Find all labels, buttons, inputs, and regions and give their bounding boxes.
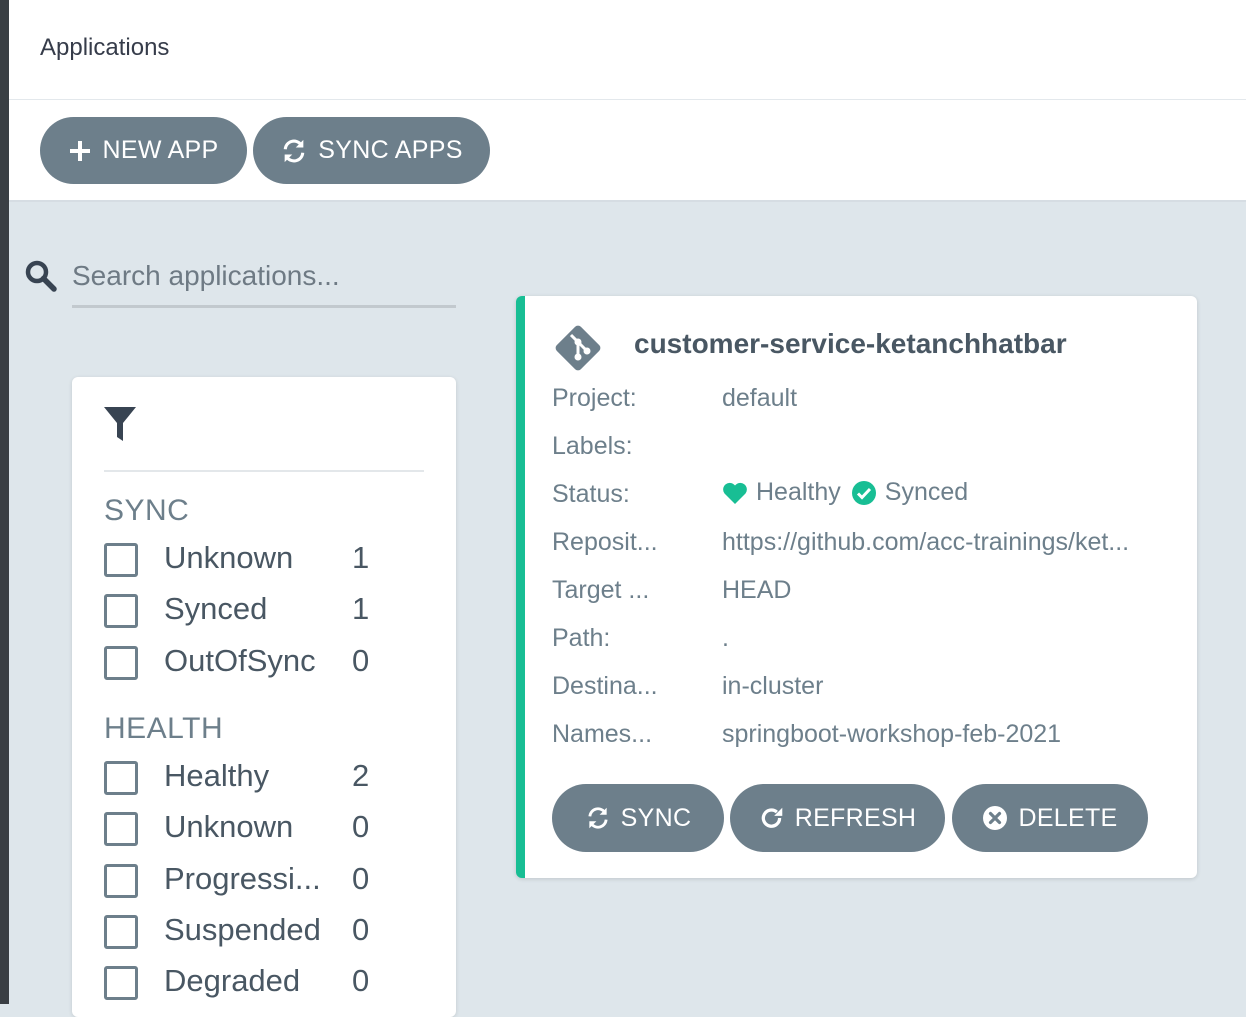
destination-label: Destina...: [552, 672, 658, 700]
health-filter-title: HEALTH: [104, 712, 224, 745]
labels-label: Labels:: [552, 432, 633, 460]
filter-label: OutOfSync: [164, 643, 316, 678]
status-label: Status:: [552, 480, 630, 508]
top-bar: Applications: [9, 0, 1246, 100]
sync-apps-label: SYNC APPS: [318, 136, 463, 164]
checkbox[interactable]: [104, 915, 138, 949]
target-revision-label: Target ...: [552, 576, 650, 604]
sync-icon: [284, 139, 305, 162]
checkbox[interactable]: [104, 646, 138, 680]
new-app-label: NEW APP: [102, 136, 219, 164]
search-icon: [25, 260, 57, 292]
plus-icon: [70, 140, 91, 161]
filter-count: 0: [352, 643, 370, 678]
filter-panel: SYNC Unknown 1 Synced 1 OutOfSync 0 HEAL…: [72, 377, 456, 1017]
filter-label: Synced: [164, 591, 268, 626]
project-label: Project:: [552, 384, 637, 412]
sync-apps-button[interactable]: SYNC APPS: [253, 117, 490, 184]
filter-health-unknown[interactable]: Unknown 0: [104, 809, 424, 852]
namespace-value: springboot-workshop-feb-2021: [722, 720, 1062, 748]
checkbox[interactable]: [104, 864, 138, 898]
filter-label: Unknown: [164, 809, 294, 844]
filter-health-degraded[interactable]: Degraded 0: [104, 963, 424, 1006]
filter-count: 0: [352, 861, 370, 896]
filter-sync-outofsync[interactable]: OutOfSync 0: [104, 643, 424, 686]
app-name[interactable]: customer-service-ketanchhatbar: [634, 328, 1067, 360]
application-card[interactable]: customer-service-ketanchhatbar Project: …: [516, 296, 1197, 878]
filter-label: Progressi...: [164, 861, 321, 896]
page-title: Applications: [40, 34, 170, 61]
filter-count: 2: [352, 758, 370, 793]
filter-count: 0: [352, 963, 370, 998]
heart-icon: [723, 482, 747, 504]
filter-count: 1: [352, 540, 370, 575]
sync-icon: [588, 807, 608, 829]
filter-count: 0: [352, 809, 370, 844]
checkbox[interactable]: [104, 543, 138, 577]
refresh-button[interactable]: REFRESH: [730, 784, 945, 852]
delete-label: DELETE: [1018, 803, 1118, 832]
filter-label: Degraded: [164, 963, 301, 998]
repository-value: https://github.com/acc-trainings/ket...: [722, 528, 1130, 556]
sync-label: SYNC: [620, 803, 692, 832]
new-app-button[interactable]: NEW APP: [40, 117, 247, 184]
destination-value: in-cluster: [722, 672, 824, 700]
filter-health-progressing[interactable]: Progressi... 0: [104, 861, 424, 904]
filter-label: Healthy: [164, 758, 270, 793]
toolbar: NEW APP SYNC APPS: [9, 100, 1246, 202]
sync-button[interactable]: SYNC: [552, 784, 724, 852]
filter-label: Unknown: [164, 540, 294, 575]
filter-label: Suspended: [164, 912, 321, 947]
delete-button[interactable]: DELETE: [952, 784, 1148, 852]
sync-filter-title: SYNC: [104, 494, 190, 527]
checkbox[interactable]: [104, 594, 138, 628]
filter-health-suspended[interactable]: Suspended 0: [104, 912, 424, 955]
health-status: Healthy: [756, 478, 841, 506]
filter-count: 1: [352, 591, 370, 626]
checkbox[interactable]: [104, 966, 138, 1000]
window-edge: [0, 0, 9, 1004]
filter-sync-synced[interactable]: Synced 1: [104, 591, 424, 634]
path-label: Path:: [552, 624, 611, 652]
refresh-label: REFRESH: [794, 803, 917, 832]
check-circle-icon: [851, 480, 876, 505]
target-revision-value: HEAD: [722, 576, 792, 604]
project-value: default: [722, 384, 798, 412]
status-value: Healthy Synced: [722, 478, 968, 507]
git-icon: [555, 325, 601, 371]
refresh-icon: [761, 807, 783, 828]
path-value: .: [722, 624, 729, 652]
repository-label: Reposit...: [552, 528, 658, 556]
filter-divider: [104, 470, 424, 472]
filter-sync-unknown[interactable]: Unknown 1: [104, 540, 424, 583]
search-input[interactable]: [72, 246, 456, 308]
checkbox[interactable]: [104, 812, 138, 846]
checkbox[interactable]: [104, 761, 138, 795]
filter-count: 0: [352, 912, 370, 947]
filter-icon: [104, 407, 136, 441]
namespace-label: Names...: [552, 720, 653, 748]
sync-status: Synced: [884, 478, 969, 506]
delete-icon: [983, 806, 1008, 830]
filter-health-healthy[interactable]: Healthy 2: [104, 758, 424, 801]
